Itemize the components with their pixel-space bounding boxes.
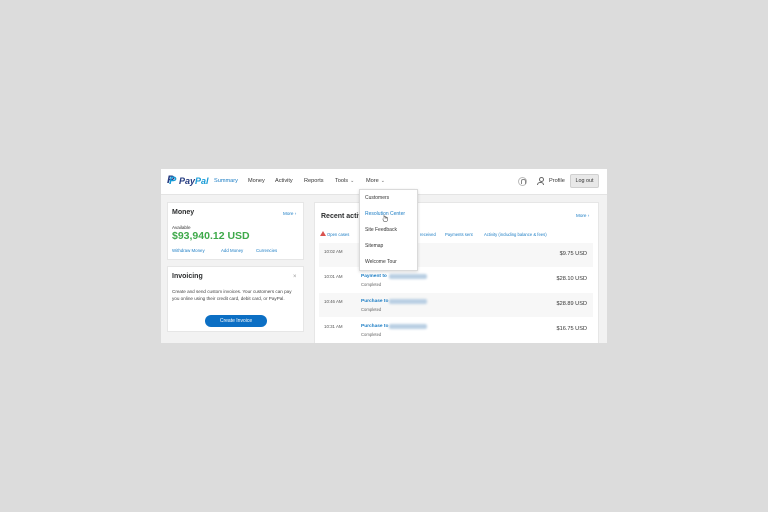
redacted-name [389,274,427,279]
more-dropdown-menu: Customers Resolution Center Site Feedbac… [359,189,418,271]
redacted-name [389,299,427,304]
row-amount: $28.10 USD [556,276,587,282]
row-time: 10:31 AM [324,324,343,329]
chevron-down-icon: ⌄ [350,178,355,184]
nav-more[interactable]: More ⌄ [366,178,385,184]
redacted-name [389,324,427,329]
nav-summary[interactable]: Summary [214,178,238,184]
profile-icon[interactable] [537,177,544,185]
row-name[interactable]: Purchase to [361,324,388,329]
row-name[interactable]: Purchase to [361,299,388,304]
filter-open-cases[interactable]: Open cases [327,232,349,237]
row-time: 10:46 AM [324,299,343,304]
bell-icon[interactable] [518,177,527,186]
money-card-title: Money [172,209,195,216]
logout-button[interactable]: Log out [570,174,599,188]
nav-tools[interactable]: Tools ⌄ [335,178,354,184]
nav-money[interactable]: Money [248,178,265,184]
invoicing-card-title: Invoicing [172,273,203,280]
menu-item-sitemap[interactable]: Sitemap [365,243,383,249]
table-row[interactable]: 10:01 AM Payment to Completed $28.10 USD [319,268,593,292]
nav-reports[interactable]: Reports [304,178,324,184]
row-amount: $28.89 USD [556,301,587,307]
balance-amount: $93,940.12 USD [172,230,250,242]
table-row[interactable]: 10:46 AM Purchase to Completed $28.89 US… [319,293,593,317]
menu-item-customers[interactable]: Customers [365,195,389,201]
filter-all-activity[interactable]: Activity (including balance & fees) [484,232,547,237]
close-icon[interactable]: × [293,274,297,280]
profile-link[interactable]: Profile [549,178,565,184]
add-money-link[interactable]: Add Money [221,248,243,253]
filter-payments-sent[interactable]: Payments sent [445,232,473,237]
withdraw-money-link[interactable]: Withdraw Money [172,248,205,253]
row-name[interactable]: Payment to [361,274,387,279]
create-invoice-button[interactable]: Create Invoice [205,315,267,327]
menu-item-welcome-tour[interactable]: Welcome Tour [365,259,397,265]
table-row[interactable]: 10:31 AM Purchase to Completed $16.75 US… [319,318,593,342]
row-amount: $16.75 USD [556,326,587,332]
currencies-link[interactable]: Currencies [256,248,277,253]
nav-activity[interactable]: Activity [275,178,293,184]
row-time: 10:01 AM [324,274,343,279]
money-more-link[interactable]: More › [283,211,296,216]
row-status: Completed [361,332,382,337]
activity-more-link[interactable]: More › [576,213,589,218]
invoicing-description: Create and send custom invoices. Your cu… [172,289,292,302]
hand-cursor-icon [382,214,388,222]
row-status: Completed [361,282,382,287]
row-time: 10:02 AM [324,249,343,254]
chevron-down-icon: ⌄ [380,178,385,184]
paypal-logo[interactable]: PP PayPal [167,174,209,187]
filter-received[interactable]: received [420,232,436,237]
row-amount: $9.75 USD [559,251,587,257]
row-status: Completed [361,307,382,312]
paypal-dashboard: PP PayPal Summary Money Activity Reports… [161,169,607,343]
menu-item-site-feedback[interactable]: Site Feedback [365,227,397,233]
warning-icon [320,231,326,236]
paypal-p-icon: PP [167,174,177,187]
